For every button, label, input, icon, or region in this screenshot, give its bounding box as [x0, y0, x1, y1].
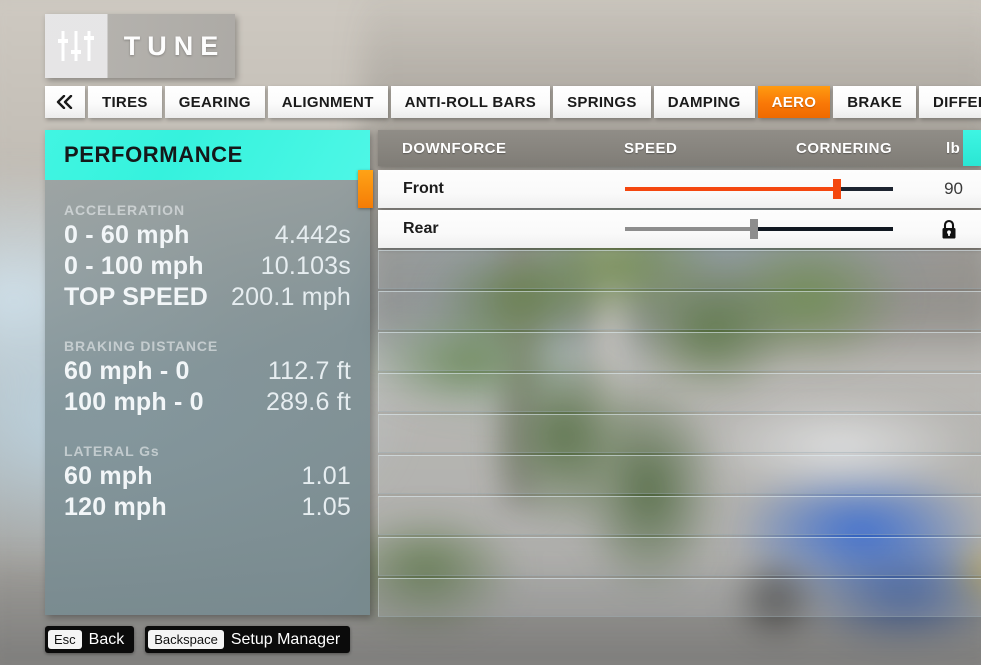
padlock-icon[interactable] — [939, 218, 959, 240]
performance-group-lateral-gs: LATERAL Gs 60 mph 1.01 120 mph 1.05 — [64, 443, 351, 522]
tab-damping[interactable]: DAMPING — [653, 86, 755, 118]
group-title: ACCELERATION — [64, 202, 185, 218]
tab-anti-roll-bars[interactable]: ANTI-ROLL BARS — [390, 86, 551, 118]
stat-label: 120 mph — [64, 493, 167, 521]
setting-row-empty — [378, 332, 981, 371]
stat-value: 289.6 ft — [266, 388, 351, 416]
setting-value: 90 — [944, 179, 963, 198]
setting-row-empty — [378, 455, 981, 494]
setting-row-front[interactable]: Front 90 — [358, 170, 981, 208]
slider-handle[interactable] — [749, 219, 758, 239]
front-downforce-slider[interactable] — [625, 170, 893, 208]
hint-label: Setup Manager — [230, 630, 341, 648]
slider-fill — [625, 187, 837, 191]
key-badge: Esc — [48, 630, 82, 649]
stat-row: 0 - 100 mph 10.103s — [64, 252, 351, 281]
aero-settings-panel: DOWNFORCE SPEED CORNERING lb Front 90 Re… — [358, 130, 981, 617]
hint-back[interactable]: Esc Back — [45, 626, 135, 653]
stat-row: 100 mph - 0 289.6 ft — [64, 388, 351, 417]
column-header-speed: SPEED — [624, 139, 678, 157]
aero-column-header: DOWNFORCE SPEED CORNERING lb — [378, 130, 981, 166]
double-chevron-left-icon — [56, 95, 73, 109]
tab-tires[interactable]: TIRES — [88, 86, 162, 118]
tab-gearing[interactable]: GEARING — [164, 86, 265, 118]
setting-row-empty — [378, 373, 981, 412]
tune-header: TUNE — [45, 14, 235, 78]
key-badge: Backspace — [148, 630, 224, 649]
performance-group-acceleration: ACCELERATION 0 - 60 mph 4.442s 0 - 100 m… — [64, 202, 351, 312]
setting-row-empty — [378, 578, 981, 617]
stat-row: 60 mph - 0 112.7 ft — [64, 357, 351, 386]
app-title: TUNE — [123, 30, 226, 61]
group-title: BRAKING DISTANCE — [64, 338, 219, 354]
stat-row: 120 mph 1.05 — [64, 493, 351, 522]
stat-value: 1.05 — [301, 493, 351, 521]
stat-row: TOP SPEED 200.1 mph — [64, 283, 351, 312]
stat-value: 4.442s — [274, 221, 351, 249]
stat-label: TOP SPEED — [64, 283, 208, 311]
group-title: LATERAL Gs — [64, 443, 160, 459]
tab-aero[interactable]: AERO — [757, 86, 831, 118]
hint-label: Back — [88, 630, 125, 648]
performance-panel: PERFORMANCE ACCELERATION 0 - 60 mph 4.44… — [45, 130, 370, 615]
aero-setting-rows: Front 90 Rear — [358, 170, 981, 617]
slider-handle[interactable] — [832, 179, 841, 199]
stat-label: 0 - 60 mph — [64, 221, 190, 249]
tab-back-button[interactable] — [45, 86, 85, 118]
performance-title: PERFORMANCE — [64, 142, 243, 167]
setting-row-empty — [378, 250, 981, 289]
performance-panel-header: PERFORMANCE — [45, 130, 370, 180]
performance-group-braking-distance: BRAKING DISTANCE 60 mph - 0 112.7 ft 100… — [64, 338, 351, 417]
setting-row-rear[interactable]: Rear — [378, 210, 981, 248]
stat-value: 10.103s — [260, 252, 351, 280]
setting-row-empty — [378, 414, 981, 453]
stat-row: 60 mph 1.01 — [64, 462, 351, 491]
game-tuning-screen: TUNE TIRES GEARING ALIGNMENT ANTI-ROLL B… — [0, 0, 981, 665]
column-header-cornering: CORNERING — [796, 139, 893, 157]
tab-brake[interactable]: BRAKE — [833, 86, 917, 118]
setting-label: Front — [403, 180, 444, 197]
setting-row-empty — [378, 537, 981, 576]
setting-row-empty — [378, 291, 981, 330]
stat-label: 0 - 100 mph — [64, 252, 204, 280]
column-header-downforce: DOWNFORCE — [402, 139, 507, 157]
setting-label: Rear — [403, 220, 439, 237]
tab-springs[interactable]: SPRINGS — [553, 86, 651, 118]
tab-differential[interactable]: DIFFERENTIAL — [919, 86, 981, 118]
stat-value: 1.01 — [301, 462, 351, 490]
stat-value: 200.1 mph — [231, 283, 351, 311]
equalizer-sliders-icon — [45, 14, 108, 78]
tab-bar: TIRES GEARING ALIGNMENT ANTI-ROLL BARS S… — [45, 86, 981, 118]
stat-label: 60 mph - 0 — [64, 357, 190, 385]
stat-row: 0 - 60 mph 4.442s — [64, 221, 351, 250]
stat-label: 100 mph - 0 — [64, 388, 204, 416]
tab-alignment[interactable]: ALIGNMENT — [267, 86, 388, 118]
header-accent-strip — [963, 130, 981, 166]
column-header-unit: lb — [946, 139, 961, 157]
stat-value: 112.7 ft — [267, 357, 351, 385]
footer-hints: Esc Back Backspace Setup Manager — [45, 626, 351, 653]
slider-fill — [625, 227, 754, 231]
stat-label: 60 mph — [64, 462, 153, 490]
selection-marker — [358, 170, 373, 208]
rear-downforce-slider[interactable] — [625, 210, 893, 248]
setting-row-empty — [378, 496, 981, 535]
performance-panel-body: ACCELERATION 0 - 60 mph 4.442s 0 - 100 m… — [45, 180, 370, 615]
hint-setup-manager[interactable]: Backspace Setup Manager — [145, 626, 351, 653]
